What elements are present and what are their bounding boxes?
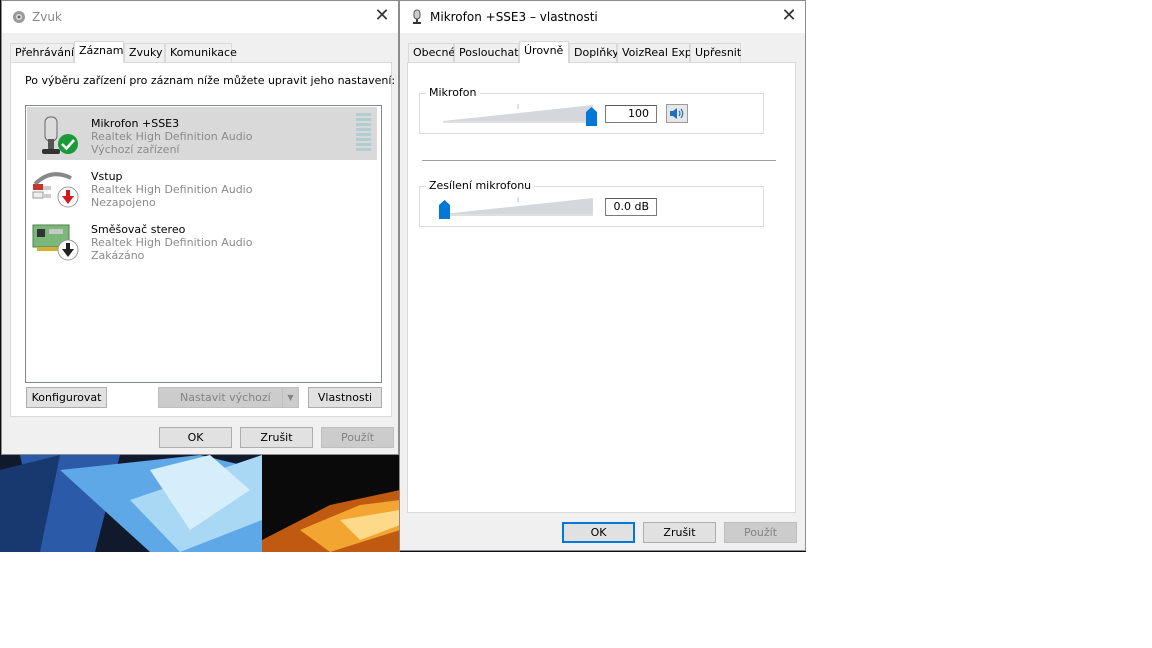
audio-jack-icon (32, 172, 79, 208)
microphone-label: Mikrofon (426, 86, 480, 99)
mic-properties-title: Mikrofon +SSE3 – vlastnosti (430, 10, 598, 24)
mute-toggle-button[interactable] (666, 104, 688, 123)
cancel-button[interactable]: Zrušit (240, 427, 313, 448)
slider-thumb[interactable] (439, 200, 450, 219)
tab-sounds[interactable]: Zvuky (124, 43, 165, 62)
apply-button[interactable]: Použít (321, 427, 394, 448)
recording-panel: Po výběru zařízení pro záznam níže můžet… (10, 62, 396, 417)
cancel-button[interactable]: Zrušit (643, 522, 716, 543)
list-item-stereo-mix[interactable]: Směšovač stereo Realtek High Definition … (27, 213, 377, 266)
device-driver: Realtek High Definition Audio (91, 130, 253, 143)
slider-track (443, 197, 593, 216)
tab-enhancements[interactable]: Doplňky (569, 43, 619, 62)
speaker-volume-icon (670, 108, 684, 119)
device-status: Nezapojeno (91, 196, 156, 209)
microphone-icon (42, 116, 78, 154)
sound-dialog: Zvuk ✕ Přehrávání Záznam Zvuky Komunikac… (1, 0, 399, 455)
set-default-label: Nastavit výchozí (180, 391, 271, 404)
device-name: Vstup (91, 170, 123, 183)
chevron-down-icon[interactable]: ▼ (282, 388, 298, 407)
mic-tabs: Obecné Poslouchat Úrovně Doplňky VoizRea… (408, 41, 798, 63)
device-driver: Realtek High Definition Audio (91, 236, 253, 249)
microphone-icon (413, 9, 421, 24)
microphone-level-value[interactable]: 100 (605, 105, 657, 123)
device-status: Výchozí zařízení (91, 143, 180, 156)
mic-boost-label: Zesílení mikrofonu (426, 179, 535, 192)
microphone-slider[interactable] (443, 103, 597, 129)
device-status: Zakázáno (91, 249, 145, 262)
list-item-microphone[interactable]: Mikrofon +SSE3 Realtek High Definition A… (27, 107, 377, 160)
apply-button[interactable]: Použít (724, 522, 797, 543)
tab-voizreal[interactable]: VoizReal Exp (617, 43, 692, 62)
close-icon[interactable]: ✕ (366, 1, 398, 33)
tab-advanced[interactable]: Upřesnit (690, 43, 741, 62)
properties-button[interactable]: Vlastnosti (308, 387, 382, 408)
tab-levels[interactable]: Úrovně (519, 41, 569, 63)
mic-boost-group: Zesílení mikrofonu 0.0 dB (419, 179, 764, 227)
mic-properties-titlebar[interactable]: Mikrofon +SSE3 – vlastnosti ✕ (400, 1, 805, 33)
device-driver: Realtek High Definition Audio (91, 183, 253, 196)
microphone-group: Mikrofon 100 (419, 86, 764, 134)
slider-thumb[interactable] (586, 107, 597, 126)
speaker-icon (13, 11, 25, 23)
device-name: Směšovač stereo (91, 223, 186, 236)
sound-tabs: Přehrávání Záznam Zvuky Komunikace (10, 41, 392, 63)
close-icon[interactable]: ✕ (773, 1, 805, 33)
tab-playback[interactable]: Přehrávání (10, 43, 74, 62)
tab-recording[interactable]: Záznam (74, 41, 124, 63)
levels-panel: Mikrofon 100 Zesílení mikrofonu 0.0 dB (407, 62, 796, 513)
ok-button[interactable]: OK (159, 427, 232, 448)
slider-track (443, 104, 593, 123)
tab-general[interactable]: Obecné (408, 43, 455, 62)
separator (422, 160, 776, 161)
set-default-button[interactable]: Nastavit výchozí ▼ (158, 387, 299, 408)
mic-properties-dialog: Mikrofon +SSE3 – vlastnosti ✕ Obecné Pos… (399, 0, 806, 551)
tab-listen[interactable]: Poslouchat (454, 43, 519, 62)
mic-boost-value[interactable]: 0.0 dB (605, 198, 657, 216)
level-meter (356, 113, 371, 153)
configure-button[interactable]: Konfigurovat (26, 387, 107, 408)
tab-communication[interactable]: Komunikace (165, 43, 237, 62)
ok-button[interactable]: OK (562, 522, 635, 543)
sound-dialog-titlebar[interactable]: Zvuk ✕ (2, 1, 398, 33)
list-item-line-in[interactable]: Vstup Realtek High Definition Audio Neza… (27, 160, 377, 213)
device-name: Mikrofon +SSE3 (91, 117, 180, 130)
sound-card-icon (32, 224, 79, 261)
sound-dialog-title: Zvuk (32, 10, 62, 24)
instruction-text: Po výběru zařízení pro záznam níže můžet… (25, 74, 396, 87)
mic-boost-slider[interactable] (439, 196, 593, 222)
device-list: Mikrofon +SSE3 Realtek High Definition A… (25, 105, 382, 383)
